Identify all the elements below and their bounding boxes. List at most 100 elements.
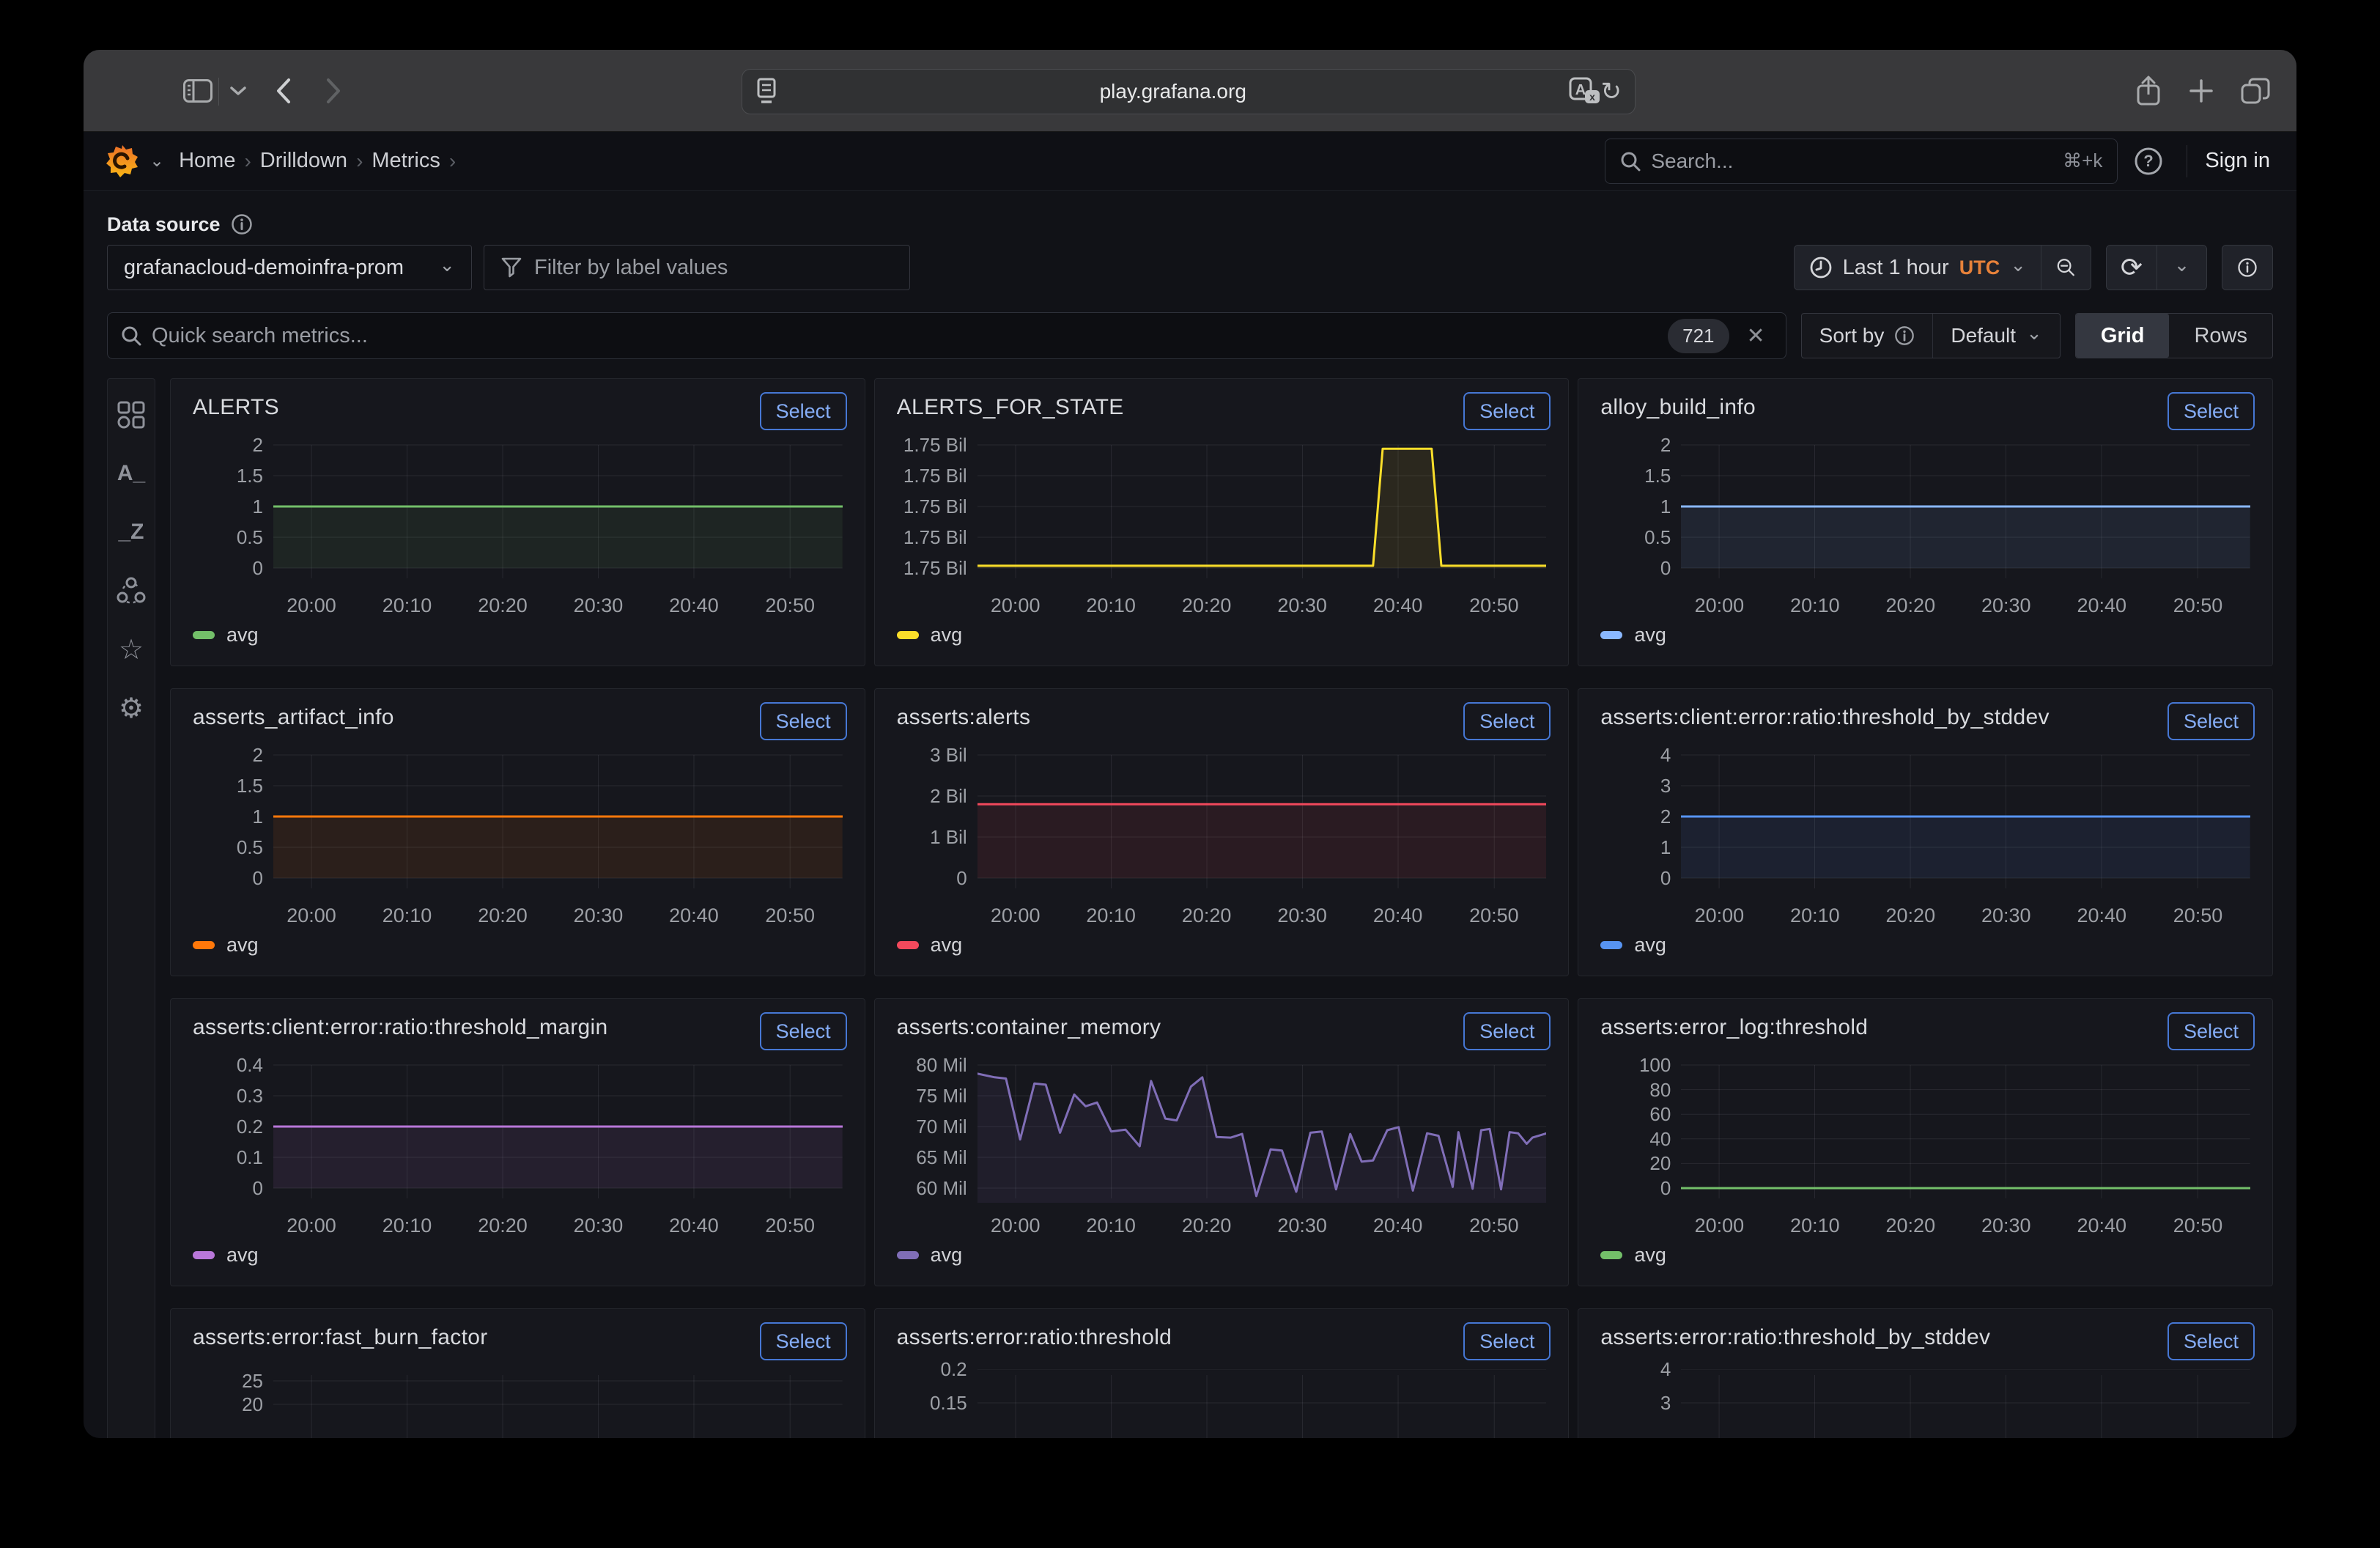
tab-overview-icon[interactable] bbox=[2233, 50, 2277, 132]
settings-gear-icon[interactable]: ⚙ bbox=[113, 690, 149, 726]
breadcrumb-metrics[interactable]: Metrics bbox=[372, 149, 440, 173]
panel-legend[interactable]: avg bbox=[193, 624, 843, 646]
panel-legend[interactable]: avg bbox=[193, 934, 843, 957]
panel-select-button[interactable]: Select bbox=[760, 702, 847, 740]
panel-chart[interactable]: 100806040200 bbox=[1600, 1059, 2250, 1206]
help-icon[interactable]: ? bbox=[2128, 141, 2169, 182]
grafana-logo-icon[interactable] bbox=[106, 144, 139, 179]
plot-area[interactable] bbox=[978, 749, 1547, 896]
plot-area[interactable] bbox=[1681, 749, 2250, 896]
share-icon[interactable] bbox=[2128, 50, 2169, 132]
forward-icon[interactable] bbox=[315, 50, 352, 132]
label-filter-input-wrap[interactable] bbox=[484, 245, 910, 290]
panel-select-button[interactable]: Select bbox=[2168, 1012, 2255, 1050]
panel-legend[interactable]: avg bbox=[1600, 1244, 2250, 1267]
panel-select-button[interactable]: Select bbox=[2168, 702, 2255, 740]
panel-legend[interactable]: avg bbox=[193, 1244, 843, 1267]
time-range-button[interactable]: Last 1 hour UTC bbox=[1795, 246, 2041, 290]
panel-select-button[interactable]: Select bbox=[1463, 1322, 1551, 1360]
refresh-group: ⟳ bbox=[2106, 245, 2207, 290]
panel-chart[interactable]: 43 bbox=[1600, 1369, 2250, 1438]
panel-legend[interactable]: avg bbox=[897, 1244, 1547, 1267]
panel-select-button[interactable]: Select bbox=[760, 392, 847, 430]
panel-chart[interactable]: 0.40.30.20.10 bbox=[193, 1059, 843, 1206]
org-switcher-chevron-icon[interactable] bbox=[149, 150, 164, 172]
panel-chart[interactable]: 80 Mil75 Mil70 Mil65 Mil60 Mil bbox=[897, 1059, 1547, 1206]
panel-select-button[interactable]: Select bbox=[1463, 392, 1551, 430]
close-window-button[interactable] bbox=[104, 84, 122, 101]
panel-legend[interactable]: avg bbox=[1600, 934, 2250, 957]
zoom-window-button[interactable] bbox=[147, 84, 164, 101]
panel-chart[interactable]: 3 Bil2 Bil1 Bil0 bbox=[897, 749, 1547, 896]
translate-icon[interactable]: Ax bbox=[1569, 77, 1601, 106]
panel-legend[interactable]: avg bbox=[897, 934, 1547, 957]
x-tick-label: 20:50 bbox=[1469, 904, 1519, 927]
address-bar[interactable]: play.grafana.org Ax ↻ bbox=[742, 69, 1636, 114]
reload-icon[interactable]: ↻ bbox=[1601, 79, 1622, 104]
global-search[interactable]: ⌘+k bbox=[1605, 139, 2118, 184]
label-filter-input[interactable] bbox=[534, 256, 893, 280]
panel-select-button[interactable]: Select bbox=[2168, 392, 2255, 430]
plot-area[interactable] bbox=[273, 1059, 843, 1206]
panel-chart[interactable]: 21.510.50 bbox=[1600, 439, 2250, 586]
sidebar-chevron-icon[interactable] bbox=[221, 50, 255, 132]
apps-icon[interactable] bbox=[113, 397, 149, 433]
breadcrumb-home[interactable]: Home bbox=[179, 149, 235, 173]
plot-area[interactable] bbox=[273, 749, 843, 896]
filter-suffix-z-icon[interactable]: _Z bbox=[113, 514, 149, 550]
sort-value-select[interactable]: Default bbox=[1932, 314, 2060, 358]
back-icon[interactable] bbox=[265, 50, 302, 132]
sign-in-button[interactable]: Sign in bbox=[2205, 149, 2270, 173]
minimize-window-button[interactable] bbox=[125, 84, 143, 101]
info-icon[interactable] bbox=[1894, 325, 1915, 346]
panel-select-button[interactable]: Select bbox=[1463, 1012, 1551, 1050]
y-tick-label: 2 bbox=[1600, 806, 1671, 828]
panel-select-button[interactable]: Select bbox=[2168, 1322, 2255, 1360]
y-axis-labels: 21.510.50 bbox=[193, 439, 263, 586]
groups-icon[interactable] bbox=[113, 572, 149, 609]
plot-area[interactable] bbox=[1681, 1369, 2250, 1438]
zoom-out-button[interactable] bbox=[2041, 246, 2091, 290]
chevron-down-icon bbox=[2010, 256, 2026, 280]
quick-search-wrap[interactable]: 721 ✕ bbox=[107, 312, 1786, 359]
plot-area[interactable] bbox=[978, 1369, 1547, 1438]
plot-area[interactable] bbox=[273, 439, 843, 586]
panel-chart[interactable]: 1.75 Bil1.75 Bil1.75 Bil1.75 Bil1.75 Bil bbox=[897, 439, 1547, 586]
plot-area[interactable] bbox=[1681, 439, 2250, 586]
plot-area[interactable] bbox=[978, 1059, 1547, 1206]
refresh-button[interactable]: ⟳ bbox=[2107, 246, 2157, 290]
drilldown-info-button[interactable] bbox=[2222, 246, 2272, 290]
y-tick-label: 100 bbox=[1600, 1054, 1671, 1076]
panel-chart[interactable]: 43210 bbox=[1600, 749, 2250, 896]
view-toggle-grid[interactable]: Grid bbox=[2076, 314, 2170, 358]
view-toggle-rows[interactable]: Rows bbox=[2169, 314, 2272, 358]
panel-chart[interactable]: 21.510.50 bbox=[193, 749, 843, 896]
clear-search-icon[interactable]: ✕ bbox=[1740, 323, 1773, 349]
panel-legend[interactable]: avg bbox=[1600, 624, 2250, 646]
new-tab-icon[interactable] bbox=[2181, 50, 2222, 132]
url-text[interactable]: play.grafana.org bbox=[777, 80, 1569, 103]
star-icon[interactable]: ☆ bbox=[113, 631, 149, 668]
quick-search-input[interactable] bbox=[152, 324, 1658, 348]
breadcrumb-drilldown[interactable]: Drilldown bbox=[260, 149, 347, 173]
refresh-interval-dropdown[interactable] bbox=[2157, 246, 2206, 290]
panel-select-button[interactable]: Select bbox=[1463, 702, 1551, 740]
y-tick-label: 0.4 bbox=[193, 1054, 263, 1076]
info-icon[interactable] bbox=[231, 213, 253, 235]
filter-prefix-a-icon[interactable]: A_ bbox=[113, 455, 149, 492]
plot-area[interactable] bbox=[978, 439, 1547, 586]
panel-legend[interactable]: avg bbox=[897, 624, 1547, 646]
reader-view-icon[interactable] bbox=[755, 78, 777, 106]
plot-area[interactable] bbox=[273, 1369, 843, 1438]
panel-select-button[interactable]: Select bbox=[760, 1322, 847, 1360]
panel-select-button[interactable]: Select bbox=[760, 1012, 847, 1050]
global-search-input[interactable] bbox=[1651, 150, 2052, 173]
legend-label: avg bbox=[931, 1244, 963, 1267]
panel-chart[interactable]: 0.20.15 bbox=[897, 1369, 1547, 1438]
sidebar-toggle-icon[interactable] bbox=[177, 50, 218, 132]
x-tick-label: 20:10 bbox=[1086, 1215, 1136, 1237]
data-source-select[interactable]: grafanacloud-demoinfra-prom bbox=[107, 245, 472, 290]
plot-area[interactable] bbox=[1681, 1059, 2250, 1206]
panel-chart[interactable]: 21.510.50 bbox=[193, 439, 843, 586]
panel-chart[interactable]: 2520 bbox=[193, 1369, 843, 1438]
